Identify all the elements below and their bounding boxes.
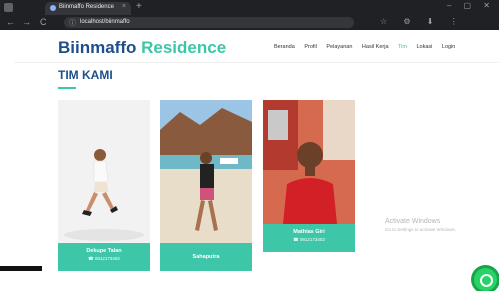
team-name: Mathias Giri xyxy=(293,229,325,235)
address-bar[interactable]: ⓘ localhost/biinmaffo xyxy=(64,17,354,28)
nav-item-lokasi[interactable]: Lokasi xyxy=(416,44,432,50)
site-header: Biinmaffo Residence Beranda Profil Pelay… xyxy=(14,30,499,63)
activate-windows-watermark: Activate Windows Go to Settings to activ… xyxy=(385,218,456,232)
back-button[interactable]: ← xyxy=(6,17,15,27)
browser-toolbar: ← → C ⓘ localhost/biinmaffo ☆ ⚙ ⬇ ⋮ xyxy=(0,15,499,30)
team-info: Sahaputra xyxy=(160,243,252,271)
title-underline xyxy=(58,87,76,89)
nav-item-login[interactable]: Login xyxy=(442,44,455,50)
activate-title: Activate Windows xyxy=(385,218,441,225)
whatsapp-icon[interactable] xyxy=(474,268,497,291)
team-card[interactable]: Mathias Giri ☎ 0812173402 xyxy=(263,100,355,252)
toolbar-icons[interactable]: ☆ ⚙ ⬇ ⋮ xyxy=(380,17,465,26)
site-logo[interactable]: Biinmaffo Residence xyxy=(58,38,226,58)
new-tab-button[interactable]: + xyxy=(136,1,142,12)
tab-strip: Biinmaffo Residence × + – ▢ ✕ xyxy=(0,0,499,15)
logo-part-1: Biinmaffo xyxy=(58,38,137,57)
url-text: localhost/biinmaffo xyxy=(80,19,130,25)
taskbar-strip xyxy=(0,266,42,271)
forward-button[interactable]: → xyxy=(22,17,31,27)
tab-title: Biinmaffo Residence xyxy=(59,4,114,10)
team-card[interactable]: Sahaputra xyxy=(160,100,252,271)
window-menu-icon[interactable] xyxy=(4,3,13,12)
browser-tab[interactable]: Biinmaffo Residence × xyxy=(45,2,131,15)
team-photo xyxy=(58,100,150,243)
reload-button[interactable]: C xyxy=(40,17,47,27)
team-photo xyxy=(160,100,252,243)
team-name: Dekupe Talan xyxy=(86,248,122,254)
window-controls[interactable]: – ▢ ✕ xyxy=(447,1,495,10)
web-page: Biinmaffo Residence Beranda Profil Pelay… xyxy=(14,30,499,291)
nav-item-profil[interactable]: Profil xyxy=(304,44,317,50)
team-phone[interactable]: ☎ 0812173402 xyxy=(58,256,150,262)
activate-subtitle: Go to Settings to activate Windows. xyxy=(385,227,457,232)
tab-close-icon[interactable]: × xyxy=(122,3,126,10)
team-name: Sahaputra xyxy=(192,254,220,260)
main-nav: Beranda Profil Pelayanan Hasil Kerja Tim… xyxy=(274,44,463,50)
nav-item-beranda[interactable]: Beranda xyxy=(274,44,295,50)
logo-part-2: Residence xyxy=(141,38,227,57)
nav-item-tim[interactable]: Tim xyxy=(398,44,407,50)
nav-item-hasil-kerja[interactable]: Hasil Kerja xyxy=(362,44,389,50)
section-title: TIM KAMI xyxy=(58,68,113,82)
site-info-icon[interactable]: ⓘ xyxy=(69,18,76,28)
team-phone[interactable]: ☎ 0812173402 xyxy=(263,237,355,243)
team-photo xyxy=(263,100,355,224)
nav-item-pelayanan[interactable]: Pelayanan xyxy=(326,44,352,50)
team-info: Dekupe Talan ☎ 0812173402 xyxy=(58,243,150,271)
team-info: Mathias Giri ☎ 0812173402 xyxy=(263,224,355,252)
team-card[interactable]: Dekupe Talan ☎ 0812173402 xyxy=(58,100,150,271)
favicon-icon xyxy=(50,5,56,11)
browser-chrome: Biinmaffo Residence × + – ▢ ✕ ← → C ⓘ lo… xyxy=(0,0,499,30)
